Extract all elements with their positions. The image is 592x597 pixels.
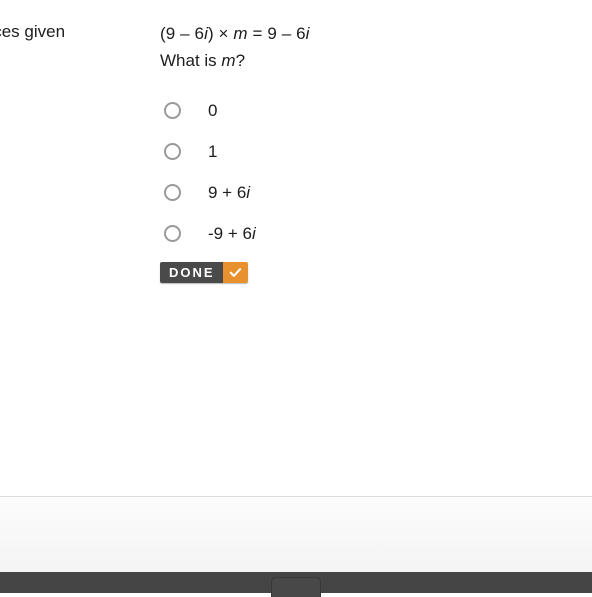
question-content-area: oices given (9 – 6i) × m = 9 – 6i What i…: [0, 0, 592, 496]
done-button[interactable]: DONE: [160, 262, 248, 283]
answer-option-label-1[interactable]: 1: [208, 142, 217, 162]
equation-mid: ) ×: [207, 24, 234, 43]
answer-option-3-number: -9 + 6: [208, 223, 252, 243]
answer-option-0[interactable]: 0: [160, 90, 540, 131]
footer-drag-handle[interactable]: [271, 577, 321, 597]
footer-bar: [0, 572, 592, 597]
equation-variable-m: m: [233, 24, 248, 43]
answer-option-3[interactable]: -9 + 6i: [160, 213, 540, 254]
prompt-prefix: What is: [160, 51, 222, 70]
equation-line: (9 – 6i) × m = 9 – 6i: [160, 21, 560, 46]
done-button-label[interactable]: DONE: [160, 262, 223, 283]
answer-option-label-3[interactable]: -9 + 6i: [208, 224, 256, 244]
answer-options-list: 0 1 9 + 6i -9 + 6i: [160, 90, 540, 254]
equation-pre: (9 – 6: [160, 24, 205, 43]
check-icon[interactable]: [222, 262, 248, 283]
answer-option-2-imaginary-unit: i: [246, 182, 251, 202]
radio-button-icon-1[interactable]: [164, 143, 181, 160]
radio-button-icon-2[interactable]: [164, 184, 181, 201]
answer-option-1[interactable]: 1: [160, 131, 540, 172]
radio-button-icon-3[interactable]: [164, 225, 181, 242]
answer-option-3-imaginary-unit: i: [251, 223, 256, 243]
prompt-variable-m: m: [221, 51, 236, 70]
question-stem: (9 – 6i) × m = 9 – 6i What is m?: [160, 21, 560, 73]
answer-option-2-number: 9 + 6: [208, 182, 247, 202]
lower-panel: [0, 497, 592, 572]
question-prompt-line: What is m?: [160, 48, 560, 73]
prompt-suffix: ?: [235, 51, 246, 70]
answer-option-2[interactable]: 9 + 6i: [160, 172, 540, 213]
equation-right-side: = 9 – 6: [247, 24, 306, 43]
answer-option-label-0[interactable]: 0: [208, 101, 217, 121]
equation-i-second: i: [305, 24, 310, 43]
left-prompt-fragment: oices given: [0, 22, 66, 41]
radio-button-icon-0[interactable]: [164, 102, 181, 119]
answer-option-label-2[interactable]: 9 + 6i: [208, 183, 250, 203]
